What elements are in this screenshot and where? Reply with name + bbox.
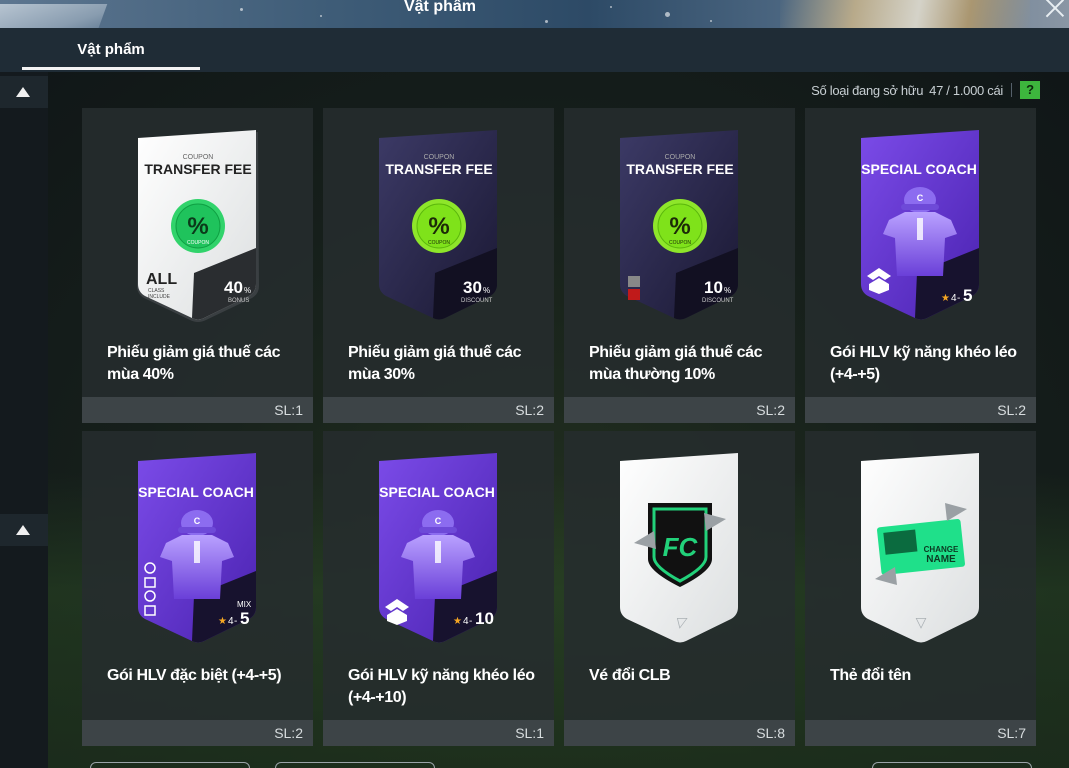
item-quantity: SL:2 — [564, 397, 795, 423]
coupon-badge-sub: COUPON — [669, 240, 691, 246]
item-quantity: SL:2 — [82, 720, 313, 746]
coach-level-dash: - — [469, 616, 472, 627]
coach-level-big: 5 — [963, 286, 972, 305]
coupon-value: 10 — [704, 278, 723, 297]
coach-star-icon: ★ — [453, 616, 462, 627]
divider — [1011, 83, 1012, 97]
item-quantity: SL:2 — [805, 397, 1036, 423]
cap-letter: C — [435, 516, 442, 526]
item-name: Gói HLV kỹ năng khéo léo (+4-+5) — [830, 344, 1017, 383]
owned-count-bar: Số loại đang sở hữu 47 / 1.000 cái ? — [790, 80, 1040, 100]
coupon-value: 30 — [463, 278, 482, 297]
coupon-value-label: DISCOUNT — [702, 298, 734, 304]
item-name: Phiếu giảm giá thuế các mùa thường 10% — [589, 344, 763, 383]
coupon-badge-icon: % — [187, 213, 208, 240]
window-title: Vật phẩm — [403, 0, 476, 15]
item-name: Gói HLV kỹ năng khéo léo (+4-+10) — [348, 667, 535, 706]
item-card[interactable]: SPECIAL COACH C ★ 4 - 10 Gói HLV kỹ năng… — [323, 431, 554, 746]
coupon-badge-sub: COUPON — [428, 240, 450, 246]
item-quantity: SL:8 — [564, 720, 795, 746]
bottom-button-1[interactable] — [90, 762, 250, 768]
coach-level-dash: - — [957, 293, 960, 304]
coach-level-big: 10 — [475, 609, 494, 628]
coach-title: SPECIAL COACH — [861, 161, 977, 177]
name-change-line1: CHANGE — [924, 545, 959, 554]
coach-star-icon: ★ — [941, 293, 950, 304]
item-quantity: SL:1 — [82, 397, 313, 423]
coach-card-art: SPECIAL COACH C ★ 4 - 5 — [861, 130, 979, 320]
scroll-up-arrow-icon[interactable] — [0, 76, 48, 108]
bottom-button-3[interactable] — [872, 762, 1032, 768]
coupon-value-unit: % — [724, 286, 731, 295]
tab-active-indicator — [22, 67, 200, 70]
coach-level-dash: - — [234, 616, 237, 627]
item-quantity: SL:1 — [323, 720, 554, 746]
item-name: Thẻ đổi tên — [830, 667, 911, 684]
class-small-2: INCLUDE — [148, 294, 171, 300]
name-change-line2: NAME — [926, 554, 956, 565]
fc-watermark-icon: ▽ — [916, 614, 927, 630]
coach-level-big: 5 — [240, 609, 249, 628]
scroll-up-arrow-icon-2[interactable] — [0, 514, 48, 546]
coupon-badge-icon: % — [669, 213, 690, 240]
item-card[interactable]: SPECIAL COACH C MIX ★ 4 - 5 Gói HLV đặc … — [82, 431, 313, 746]
club-ticket-art: FC ▽ — [620, 453, 738, 643]
coach-star-icon: ★ — [218, 616, 227, 627]
coupon-header: COUPON — [183, 154, 214, 161]
coupon-card-art: COUPON TRANSFER FEE % COUPON 30 % DISCOU… — [379, 130, 497, 320]
bottom-button-2[interactable] — [275, 762, 435, 768]
item-name: Gói HLV đặc biệt (+4-+5) — [107, 667, 282, 684]
coupon-card-art: COUPON TRANSFER FEE % COUPON 10 % DISCOU… — [620, 130, 738, 320]
title-bar: Vật phẩm — [0, 0, 1069, 28]
club-emblem-text: FC — [663, 532, 699, 562]
coach-title: SPECIAL COACH — [379, 484, 495, 500]
coupon-value-label: BONUS — [228, 298, 249, 304]
coupon-badge-icon: % — [428, 213, 449, 240]
item-card[interactable]: COUPON TRANSFER FEE % COUPON ALL CLASS I… — [82, 108, 313, 423]
help-button[interactable]: ? — [1020, 81, 1040, 99]
coupon-value-label: DISCOUNT — [461, 298, 493, 304]
coupon-header: COUPON — [665, 154, 696, 161]
coupon-badge-sub: COUPON — [187, 240, 209, 246]
coupon-card-art: COUPON TRANSFER FEE % COUPON ALL CLASS I… — [137, 130, 259, 322]
owned-label: Số loại đang sở hữu — [811, 82, 924, 98]
tab-items-label: Vật phẩm — [77, 41, 145, 58]
cap-letter: C — [917, 193, 924, 203]
owned-count: 47 / 1.000 cái — [929, 82, 1003, 98]
coupon-value: 40 — [224, 278, 243, 297]
no-entry-icon — [628, 289, 640, 300]
item-card[interactable]: SPECIAL COACH C ★ 4 - 5 Gói HLV kỹ năng … — [805, 108, 1036, 423]
item-card[interactable]: COUPON TRANSFER FEE % COUPON 10 % DISCOU… — [564, 108, 795, 423]
coupon-header: COUPON — [424, 154, 455, 161]
item-quantity: SL:2 — [323, 397, 554, 423]
coupon-title: TRANSFER FEE — [385, 161, 492, 177]
close-icon[interactable] — [1040, 0, 1069, 20]
cap-letter: C — [194, 516, 201, 526]
item-name: Phiếu giảm giá thuế các mùa 40% — [107, 344, 281, 383]
item-card[interactable]: CHANGE NAME ▽ Thẻ đổi tên SL:7 — [805, 431, 1036, 746]
coach-card-art: SPECIAL COACH C ★ 4 - 10 — [379, 453, 497, 643]
tab-items[interactable]: Vật phẩm — [22, 28, 200, 72]
coach-card-art: SPECIAL COACH C MIX ★ 4 - 5 — [138, 453, 256, 643]
item-name: Vé đổi CLB — [589, 667, 671, 684]
coupon-value-unit: % — [244, 286, 251, 295]
name-change-art: CHANGE NAME ▽ — [861, 453, 979, 643]
item-card[interactable]: FC ▽ Vé đổi CLB SL:8 — [564, 431, 795, 746]
left-column — [0, 72, 48, 768]
coupon-title: TRANSFER FEE — [626, 161, 733, 177]
coupon-title: TRANSFER FEE — [144, 161, 251, 177]
restriction-icon — [628, 276, 640, 287]
coupon-value-unit: % — [483, 286, 490, 295]
class-big: ALL — [146, 271, 177, 288]
item-card[interactable]: COUPON TRANSFER FEE % COUPON 30 % DISCOU… — [323, 108, 554, 423]
tab-bar: Vật phẩm — [0, 28, 1069, 72]
coach-title: SPECIAL COACH — [138, 484, 254, 500]
item-quantity: SL:7 — [805, 720, 1036, 746]
item-name: Phiếu giảm giá thuế các mùa 30% — [348, 344, 522, 383]
coach-mix: MIX — [237, 600, 252, 609]
